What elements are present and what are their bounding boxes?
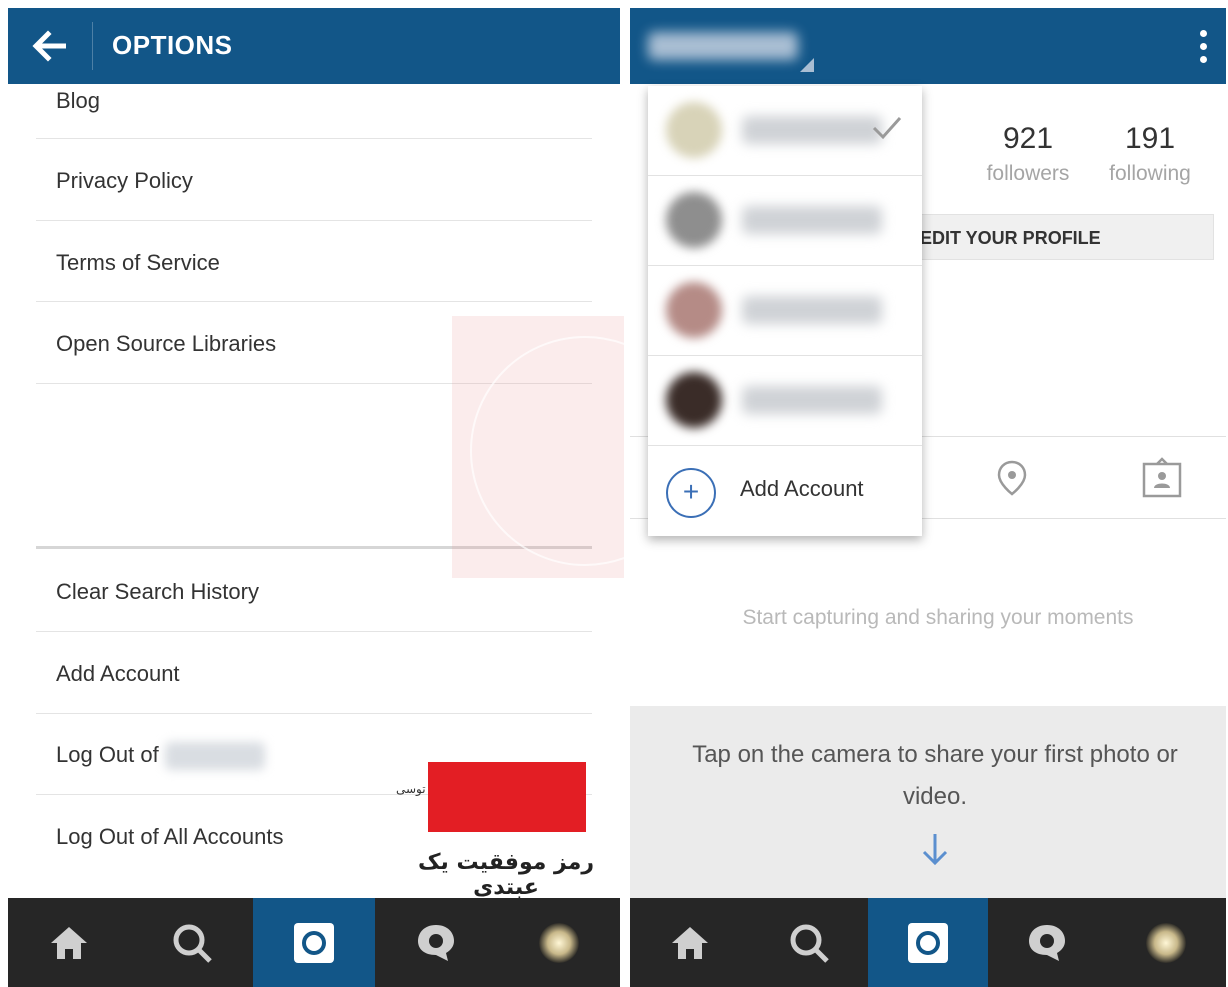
divider bbox=[36, 301, 592, 302]
activity-icon bbox=[1029, 924, 1066, 961]
options-app-bar: OPTIONS bbox=[8, 8, 620, 84]
tab-tagged-photos[interactable] bbox=[1140, 456, 1184, 500]
dropdown-indicator-icon bbox=[800, 58, 814, 72]
followers-label: followers bbox=[986, 162, 1070, 185]
nav-activity[interactable] bbox=[988, 898, 1107, 987]
logo-small-text: توسی bbox=[396, 782, 426, 796]
profile-app-bar bbox=[630, 8, 1226, 84]
app-bar-divider bbox=[92, 22, 93, 70]
avatar bbox=[666, 282, 722, 338]
log-out-label: Log Out of bbox=[56, 742, 159, 767]
home-icon bbox=[51, 926, 88, 959]
back-arrow-icon bbox=[32, 30, 66, 62]
logo-slogan: رمز موفقیت یک عبتدی bbox=[418, 850, 594, 900]
camera-icon bbox=[908, 922, 948, 963]
nav-camera[interactable] bbox=[252, 898, 376, 987]
camera-prompt-panel: Tap on the camera to share your first ph… bbox=[630, 706, 1226, 898]
avatar bbox=[666, 192, 722, 248]
nav-home[interactable] bbox=[630, 898, 749, 987]
account-switcher-dropdown: + Add Account bbox=[648, 86, 922, 536]
profile-avatar bbox=[538, 922, 579, 963]
home-icon bbox=[671, 926, 708, 959]
bottom-nav bbox=[630, 898, 1226, 987]
tab-photo-map[interactable] bbox=[990, 456, 1034, 500]
blurred-username bbox=[742, 116, 882, 144]
add-account-label: Add Account bbox=[740, 476, 864, 501]
following-label: following bbox=[1109, 162, 1191, 185]
account-row-current[interactable] bbox=[648, 86, 922, 176]
account-row[interactable] bbox=[648, 266, 922, 356]
nav-search[interactable] bbox=[749, 898, 868, 987]
nav-profile[interactable] bbox=[498, 898, 620, 987]
divider bbox=[36, 631, 592, 632]
menu-item-log-out-all[interactable]: Log Out of All Accounts bbox=[56, 824, 283, 850]
nav-search[interactable] bbox=[130, 898, 252, 987]
bottom-nav bbox=[8, 898, 620, 987]
profile-avatar bbox=[1146, 922, 1187, 963]
avatar bbox=[666, 372, 722, 428]
tagged-photos-icon bbox=[1142, 457, 1182, 498]
nav-activity[interactable] bbox=[375, 898, 497, 987]
divider bbox=[36, 713, 592, 714]
following-stat[interactable]: 191 following bbox=[1088, 122, 1212, 186]
checkmark-icon bbox=[872, 116, 902, 140]
divider bbox=[36, 220, 592, 221]
nav-home[interactable] bbox=[8, 898, 130, 987]
search-icon bbox=[790, 924, 829, 963]
menu-item-privacy-policy[interactable]: Privacy Policy bbox=[56, 168, 193, 194]
watermark-circle bbox=[470, 336, 624, 566]
menu-item-terms-of-service[interactable]: Terms of Service bbox=[56, 250, 220, 276]
back-button[interactable] bbox=[22, 22, 78, 70]
menu-item-blog[interactable]: Blog bbox=[56, 88, 100, 114]
account-switcher[interactable] bbox=[648, 32, 798, 60]
page-title: OPTIONS bbox=[112, 30, 233, 60]
add-account-option[interactable]: + Add Account bbox=[648, 446, 922, 536]
blurred-username bbox=[742, 386, 882, 414]
menu-item-clear-search-history[interactable]: Clear Search History bbox=[56, 579, 259, 605]
brand-logo: توسی رمز موفقیت یک عبتدی bbox=[394, 758, 618, 900]
search-icon bbox=[173, 924, 212, 963]
profile-screen: 921 followers 191 following EDIT YOUR PR… bbox=[628, 0, 1228, 987]
plus-icon: + bbox=[666, 468, 716, 518]
divider bbox=[36, 138, 592, 139]
following-count: 191 bbox=[1124, 122, 1176, 155]
down-arrow-icon bbox=[922, 834, 948, 866]
menu-item-log-out[interactable]: Log Out of bbox=[56, 742, 265, 771]
overflow-menu-icon[interactable] bbox=[1198, 30, 1208, 66]
menu-item-open-source-libraries[interactable]: Open Source Libraries bbox=[56, 331, 276, 357]
logo-red-block bbox=[428, 762, 586, 832]
avatar bbox=[666, 102, 722, 158]
menu-item-add-account[interactable]: Add Account bbox=[56, 661, 180, 687]
followers-stat[interactable]: 921 followers bbox=[968, 122, 1088, 186]
blurred-username bbox=[164, 742, 265, 771]
nav-profile[interactable] bbox=[1107, 898, 1226, 987]
activity-icon bbox=[418, 924, 455, 961]
nav-camera[interactable] bbox=[868, 898, 988, 987]
account-row[interactable] bbox=[648, 176, 922, 266]
watermark bbox=[452, 316, 624, 578]
camera-prompt-text: Tap on the camera to share your first ph… bbox=[692, 741, 1178, 810]
edit-profile-button[interactable]: EDIT YOUR PROFILE bbox=[912, 214, 1214, 260]
location-pin-icon bbox=[997, 460, 1027, 496]
followers-count: 921 bbox=[1002, 122, 1054, 155]
blurred-username bbox=[742, 296, 882, 324]
blurred-username bbox=[742, 206, 882, 234]
empty-state-message: Start capturing and sharing your moments bbox=[742, 606, 1134, 629]
camera-icon bbox=[294, 922, 335, 963]
options-screen: OPTIONS Blog Privacy Policy Terms of Ser… bbox=[0, 0, 624, 987]
account-row[interactable] bbox=[648, 356, 922, 446]
